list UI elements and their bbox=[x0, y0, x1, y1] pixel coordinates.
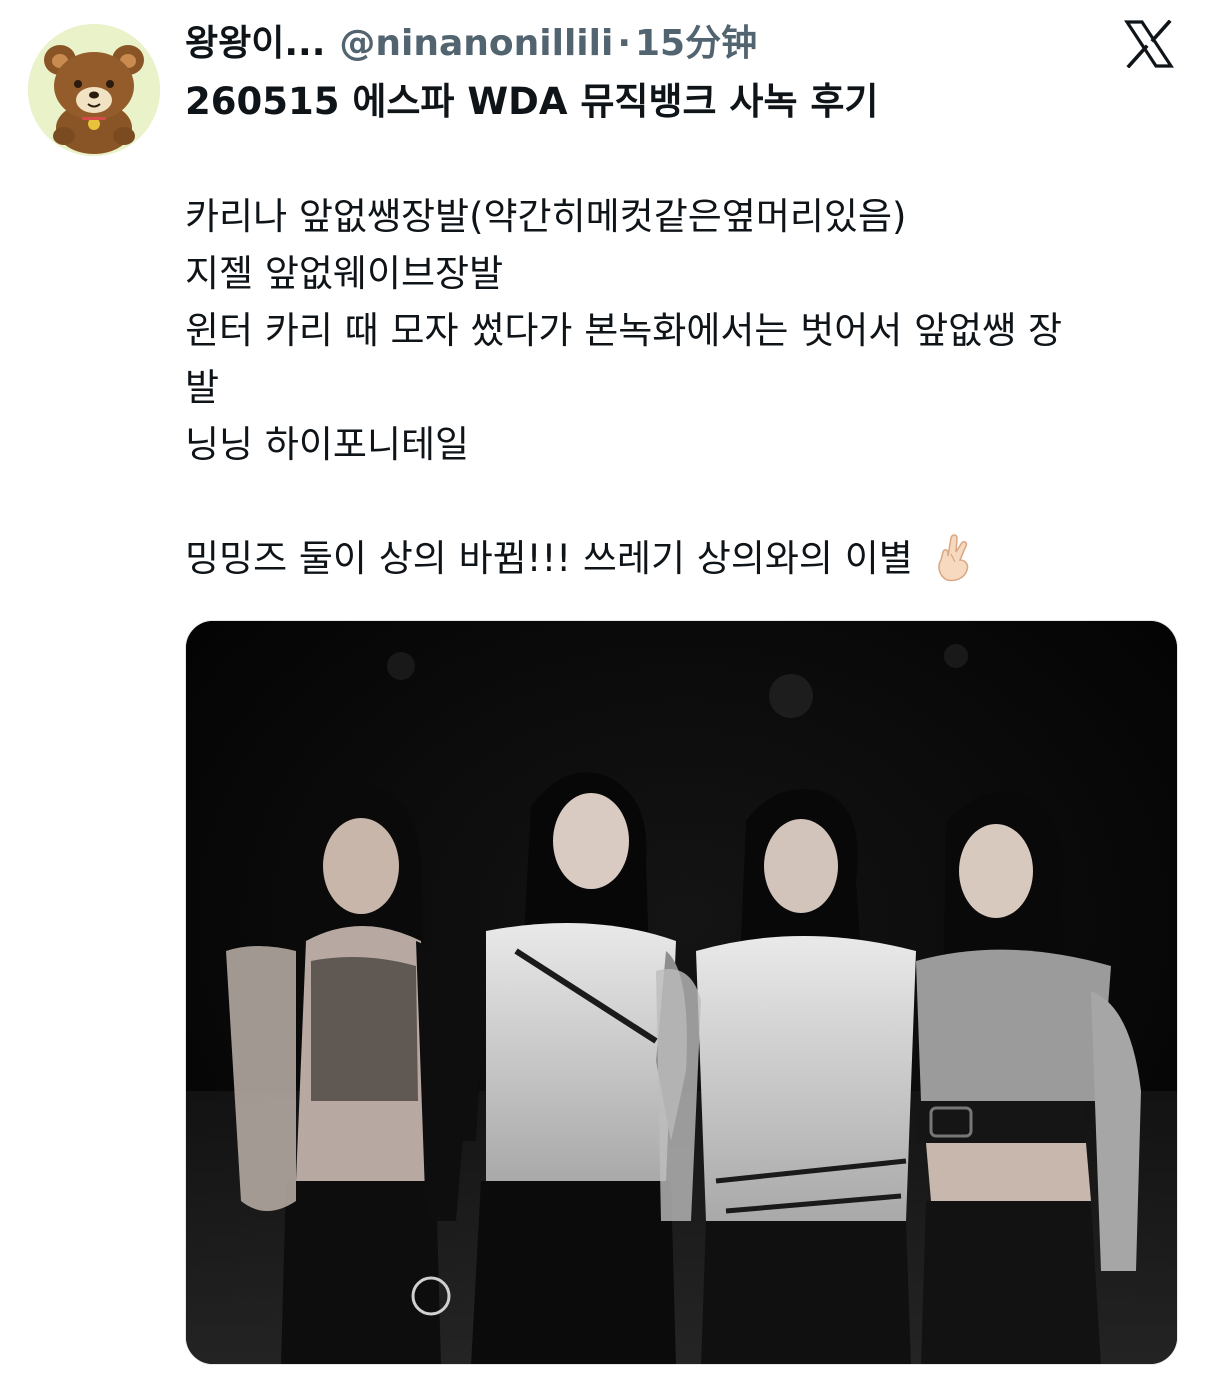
tweet-line: 지젤 앞없웨이브장발 bbox=[185, 252, 504, 295]
tweet-header: 왕왕이... @ninanonillili · 15分钟 bbox=[185, 18, 757, 70]
bear-avatar-icon bbox=[28, 24, 160, 156]
x-logo-icon[interactable] bbox=[1124, 20, 1174, 68]
user-handle[interactable]: @ninanonillili bbox=[339, 18, 613, 70]
avatar[interactable] bbox=[28, 24, 160, 156]
finger-heart-emoji bbox=[933, 532, 977, 582]
tweet-card: 왕왕이... @ninanonillili · 15分钟 260515 에스파 … bbox=[0, 0, 1206, 1379]
tweet-line: 밍밍즈 둘이 상의 바뀜!!! 쓰레기 상의와의 이별 bbox=[185, 537, 913, 580]
tweet-line-with-emoji: 밍밍즈 둘이 상의 바뀜!!! 쓰레기 상의와의 이별 bbox=[185, 530, 1170, 587]
display-name[interactable]: 왕왕이... bbox=[185, 18, 325, 70]
tweet-line: 윈터 카리 때 모자 썼다가 본녹화에서는 벗어서 앞없쌩 장 bbox=[185, 309, 1063, 352]
tweet-line: 발 bbox=[185, 366, 220, 409]
tweet-text: 카리나 앞없쌩장발(약간히메컷같은옆머리있음) 지젤 앞없웨이브장발 윈터 카리… bbox=[185, 188, 1170, 587]
tweet-line: 카리나 앞없쌩장발(약간히메컷같은옆머리있음) bbox=[185, 195, 907, 238]
group-photo bbox=[186, 621, 1177, 1364]
timestamp[interactable]: 15分钟 bbox=[635, 18, 757, 70]
tweet-title: 260515 에스파 WDA 뮤직뱅크 사녹 후기 bbox=[185, 80, 879, 123]
tweet-line: 닝닝 하이포니테일 bbox=[185, 423, 470, 466]
tweet-media-photo[interactable] bbox=[185, 620, 1178, 1365]
separator-dot: · bbox=[617, 23, 631, 64]
